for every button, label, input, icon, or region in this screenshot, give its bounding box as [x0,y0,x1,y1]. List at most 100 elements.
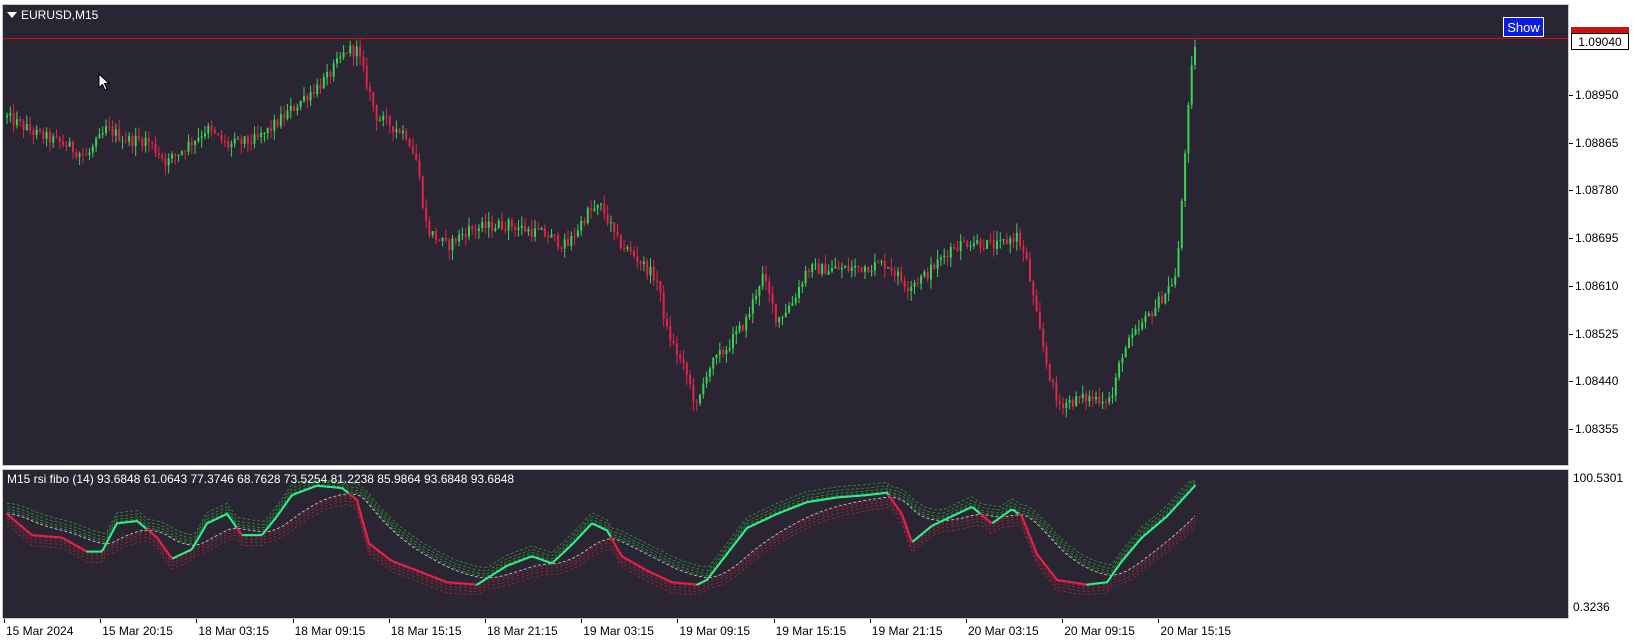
candle [263,132,266,143]
candle [161,152,164,162]
candle [1068,395,1071,410]
price-tick-label: 1.08865 [1575,135,1619,150]
price-tick-mark [1569,142,1573,144]
candle [1022,240,1025,262]
candle [514,223,517,238]
candle [801,281,804,293]
price-tick-mark [1569,190,1573,192]
candle [520,216,523,236]
candle [283,105,286,127]
candle [375,103,378,131]
candle [1091,389,1094,407]
collapse-triangle-icon[interactable] [7,12,17,18]
candle [204,126,206,140]
candle [362,50,365,73]
candle [1190,55,1193,110]
time-tick-mark [773,619,775,623]
candle [326,63,329,86]
candle [448,237,451,260]
candle [679,350,682,364]
candle [1124,345,1127,358]
candle [989,233,992,245]
candle [649,257,652,284]
indicator-panel[interactable]: M15 rsi fibo (14) 93.6848 61.0643 77.374… [2,469,1569,619]
candle [75,149,78,160]
price-tick-label: 1.08440 [1575,374,1619,389]
price-tick-mark [1569,238,1573,240]
main-chart-panel[interactable]: EURUSD,M15 [2,4,1569,466]
candlestick-chart[interactable] [3,5,1568,465]
candle [593,199,596,213]
candle [1052,378,1055,389]
candle [903,276,906,293]
candle [976,234,979,246]
fibo-band-line [6,495,1196,587]
price-tick-label: 1.08355 [1575,422,1619,436]
candle [689,370,692,390]
candle [58,136,61,149]
candle [147,131,150,152]
candle [322,73,325,89]
candle [831,260,833,273]
candle [501,212,503,231]
candle [398,127,401,134]
candle [200,130,203,148]
candle [233,132,236,148]
candle [626,244,629,252]
candle [121,135,124,149]
candle [491,215,494,239]
candle [35,125,38,140]
candle [157,146,160,159]
price-axis[interactable]: 1.08950 1.08865 1.08780 1.08695 1.08610 1.085… [1569,4,1641,466]
time-tick-label: 19 Mar 03:15 [583,624,654,638]
time-tick-mark [4,619,5,623]
candle [992,230,995,257]
fibo-band-line [6,504,1196,595]
candle [623,239,626,253]
chart-title[interactable]: EURUSD,M15 [7,8,98,22]
candle [339,51,342,64]
rsi-line-segment [358,506,362,516]
rsi-fibo-chart[interactable] [3,470,1568,618]
candle [735,325,738,345]
candle [418,153,421,181]
candle [857,265,860,273]
candle [78,151,81,165]
candle [1075,391,1078,407]
candle [996,231,998,255]
candle [230,140,233,157]
candle [1114,373,1117,402]
candle [702,377,705,399]
candle [765,265,767,291]
candle [444,229,447,243]
chart-title-text: EURUSD,M15 [21,8,99,22]
candle [454,237,457,246]
time-axis[interactable]: 15 Mar 2024 15 Mar 20:15 18 Mar 03:15 18 Ma… [0,619,1641,644]
show-button[interactable]: Show [1503,17,1544,37]
candle [243,136,246,149]
candle [659,280,662,302]
candle [194,140,197,154]
candle [306,93,309,109]
time-tick-label: 15 Mar 2024 [6,624,74,638]
price-tick-label: 1.08695 [1575,231,1619,246]
candle [840,262,843,278]
candle [207,122,210,139]
candle [62,134,65,148]
candle [151,140,154,150]
candle [1025,247,1028,261]
price-tick-mark [1569,285,1573,287]
time-tick-label: 20 Mar 15:15 [1160,624,1232,638]
candle [134,127,137,157]
candle [6,112,8,124]
candle [421,175,424,210]
candle [408,137,411,148]
candle [949,242,952,267]
candle [748,307,751,320]
candle [926,267,929,283]
candle [722,346,725,359]
candle [190,136,193,155]
candle [923,269,926,278]
candle [1088,390,1091,407]
candle [682,349,685,371]
